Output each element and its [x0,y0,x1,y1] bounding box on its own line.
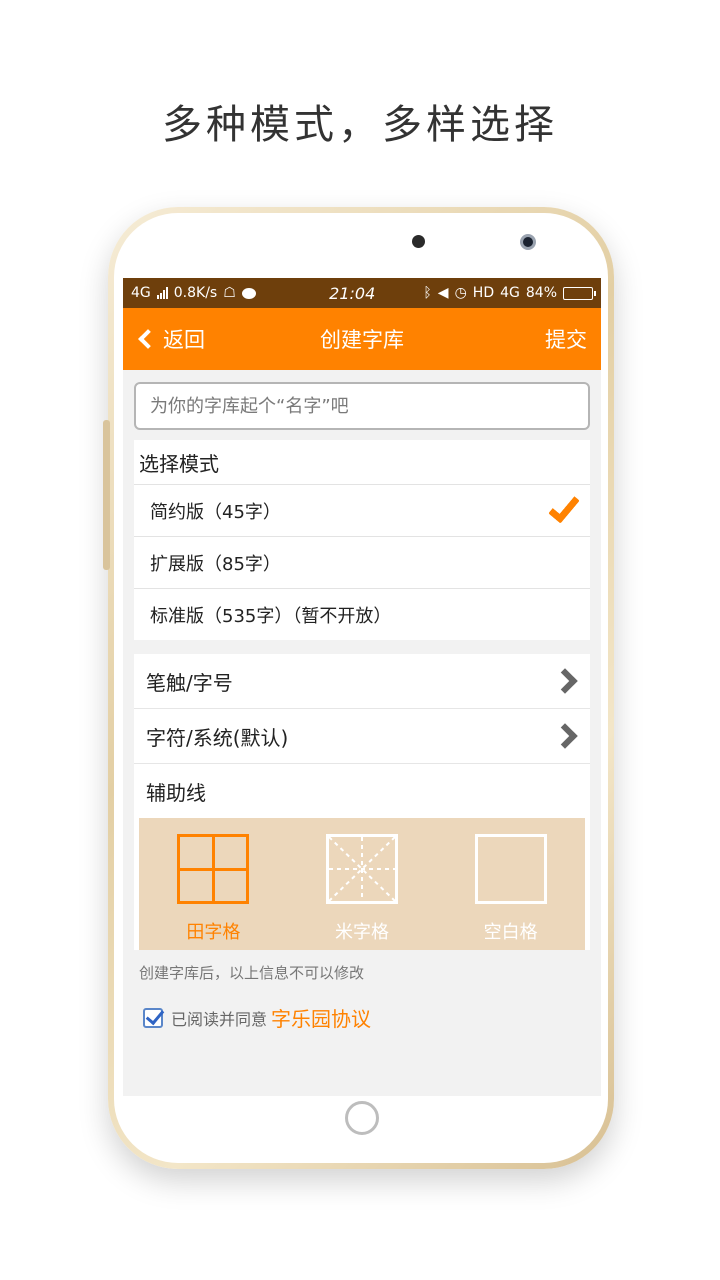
mi-grid-icon [325,834,398,904]
network-type-2: 4G [500,285,520,301]
home-button[interactable] [345,1101,379,1135]
mode-option-standard[interactable]: 标准版（535字）（暂不开放） [134,588,590,640]
aux-option-label: 米字格 [334,922,389,943]
aux-line-options: 田字格 米字格 空白格 [139,818,585,950]
aux-option-label: 田字格 [186,922,241,943]
agreement-row: 已阅读并同意 字乐园协议 [123,983,601,1032]
font-system-label: 字符/系统(默认) [146,725,289,750]
qq-icon: ☖ [223,285,236,301]
mute-icon: ◀ [437,285,449,301]
chevron-right-icon [552,723,578,749]
phone-camera [520,234,536,250]
network-speed: 0.8K/s [173,285,218,301]
back-label: 返回 [163,328,205,352]
aux-lines-title: 辅助线 [146,780,206,805]
blank-grid-icon [474,834,547,904]
promo-headline: 多种模式，多样选择 [162,102,558,148]
font-system-row[interactable]: 字符/系统(默认) [134,709,590,764]
mode-option-label: 简约版（45字） [150,501,281,523]
status-bar: 4G 0.8K/s ☖ 21:04 ᛒ ◀ ◷ HD 4G 84% [123,278,601,308]
aux-option-blank[interactable]: 空白格 [451,834,571,944]
battery-icon [563,286,596,300]
mode-option-extended[interactable]: 扩展版（85字） [134,536,590,588]
phone-speaker [412,235,425,248]
alarm-icon: ◷ [454,285,467,301]
bluetooth-icon: ᛒ [423,285,432,301]
aux-option-tian[interactable]: 田字格 [153,834,273,944]
notice-text: 创建字库后，以上信息不可以修改 [139,964,365,982]
battery-percent: 84% [525,285,557,301]
tian-grid-icon [177,834,250,904]
nav-bar: 返回 创建字库 提交 [123,308,601,370]
status-time: 21:04 [329,283,376,303]
mode-panel: 选择模式 简约版（45字） 扩展版（85字） 标准版（535字）（暂不开放） [134,440,590,640]
mode-option-simple[interactable]: 简约版（45字） [134,484,590,536]
aux-option-label: 空白格 [483,922,538,943]
agree-checkbox[interactable] [143,1007,163,1028]
stroke-size-row[interactable]: 笔触/字号 [134,654,590,709]
mode-option-label: 扩展版（85字） [150,553,281,575]
agree-text: 已阅读并同意 [171,1009,268,1029]
mode-option-label: 标准版（535字）（暂不开放） [150,605,392,627]
font-name-input[interactable] [134,382,590,430]
submit-button[interactable]: 提交 [545,324,587,354]
checkmark-icon [548,489,580,524]
chevron-left-icon [138,329,158,349]
network-type: 4G [131,285,151,301]
app-screen: 4G 0.8K/s ☖ 21:04 ᛒ ◀ ◷ HD 4G 84% 返回 创建字… [123,278,601,1096]
signal-icon [156,287,168,299]
settings-panel: 笔触/字号 字符/系统(默认) 辅助线 田字格 米字格 空白格 [134,654,590,950]
chevron-right-icon [552,668,578,694]
stroke-size-label: 笔触/字号 [146,670,233,695]
mode-section-title: 选择模式 [139,451,219,476]
back-button[interactable]: 返回 [135,324,205,354]
agreement-link[interactable]: 字乐园协议 [271,1003,371,1032]
phone-side-button [103,420,110,570]
message-icon [241,287,256,299]
aux-option-mi[interactable]: 米字格 [302,834,422,944]
hd-label: HD [472,285,495,301]
